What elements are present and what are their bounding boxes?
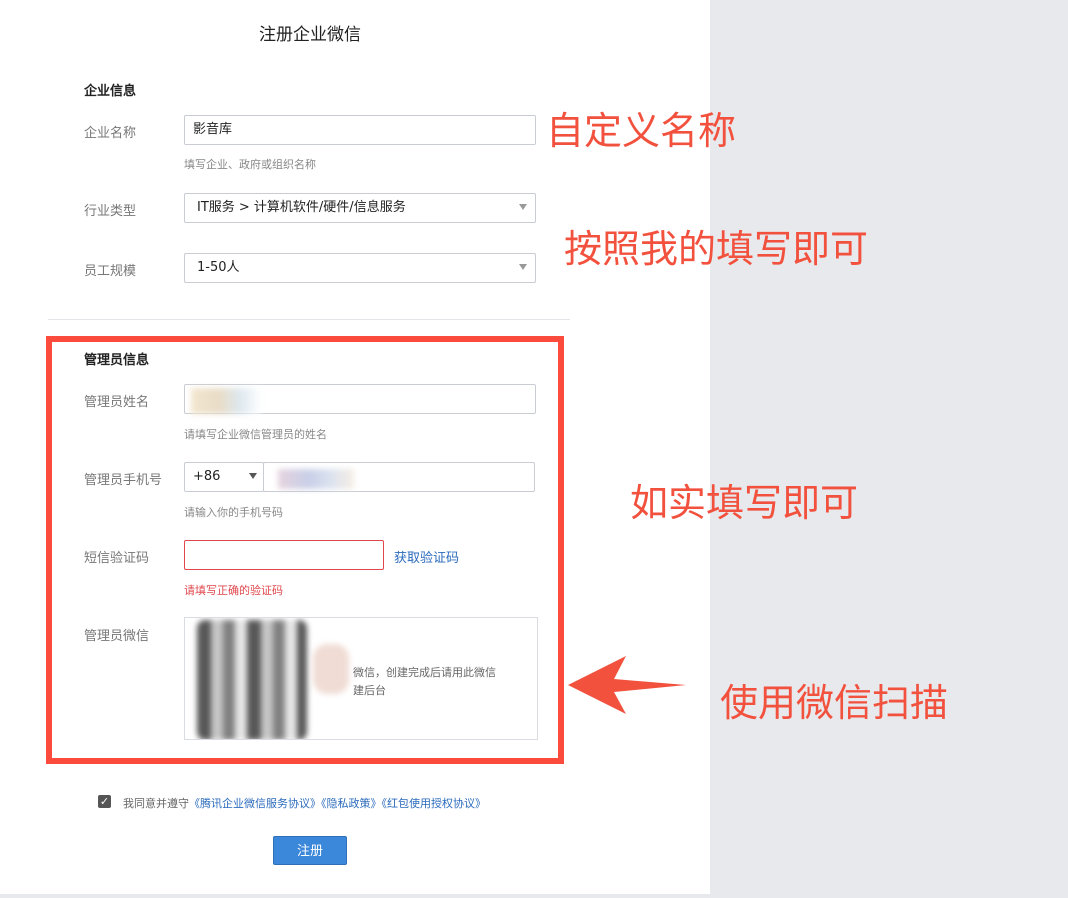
company-size-select[interactable]: 1-50人 [184, 253, 536, 283]
section-divider [48, 319, 570, 320]
admin-highlight-box [46, 336, 564, 764]
company-name-label: 企业名称 [84, 126, 137, 141]
company-name-input[interactable]: 影音库 [184, 115, 536, 145]
industry-select-value: IT服务 > 计算机软件/硬件/信息服务 [197, 200, 406, 215]
annotation-fill-like-me: 按照我的填写即可 [564, 227, 869, 271]
redpacket-agreement-link[interactable]: 《红包使用授权协议》 [382, 797, 487, 810]
agree-checkbox[interactable]: ✓ [98, 795, 111, 808]
annotation-scan-wechat: 使用微信扫描 [720, 681, 949, 725]
chevron-down-icon [519, 264, 527, 270]
page-title: 注册企业微信 [259, 25, 361, 45]
register-button[interactable]: 注册 [273, 836, 347, 865]
arrow-left-icon [568, 656, 686, 714]
annotation-fill-truthfully: 如实填写即可 [630, 481, 859, 525]
company-size-label: 员工规模 [84, 264, 137, 279]
company-size-select-value: 1-50人 [197, 260, 240, 275]
chevron-down-icon [519, 204, 527, 210]
agreement-prefix: 我同意并遵守 [123, 797, 189, 810]
industry-select[interactable]: IT服务 > 计算机软件/硬件/信息服务 [184, 193, 536, 223]
service-agreement-link[interactable]: 《腾讯企业微信服务协议》 [189, 797, 321, 810]
industry-label: 行业类型 [84, 204, 137, 219]
privacy-policy-link[interactable]: 《隐私政策》 [321, 797, 382, 810]
company-name-hint: 填写企业、政府或组织名称 [184, 158, 316, 171]
annotation-custom-name: 自定义名称 [546, 109, 737, 153]
company-section-heading: 企业信息 [84, 84, 137, 99]
agreement-text: 我同意并遵守《腾讯企业微信服务协议》《隐私政策》《红包使用授权协议》 [123, 795, 486, 811]
